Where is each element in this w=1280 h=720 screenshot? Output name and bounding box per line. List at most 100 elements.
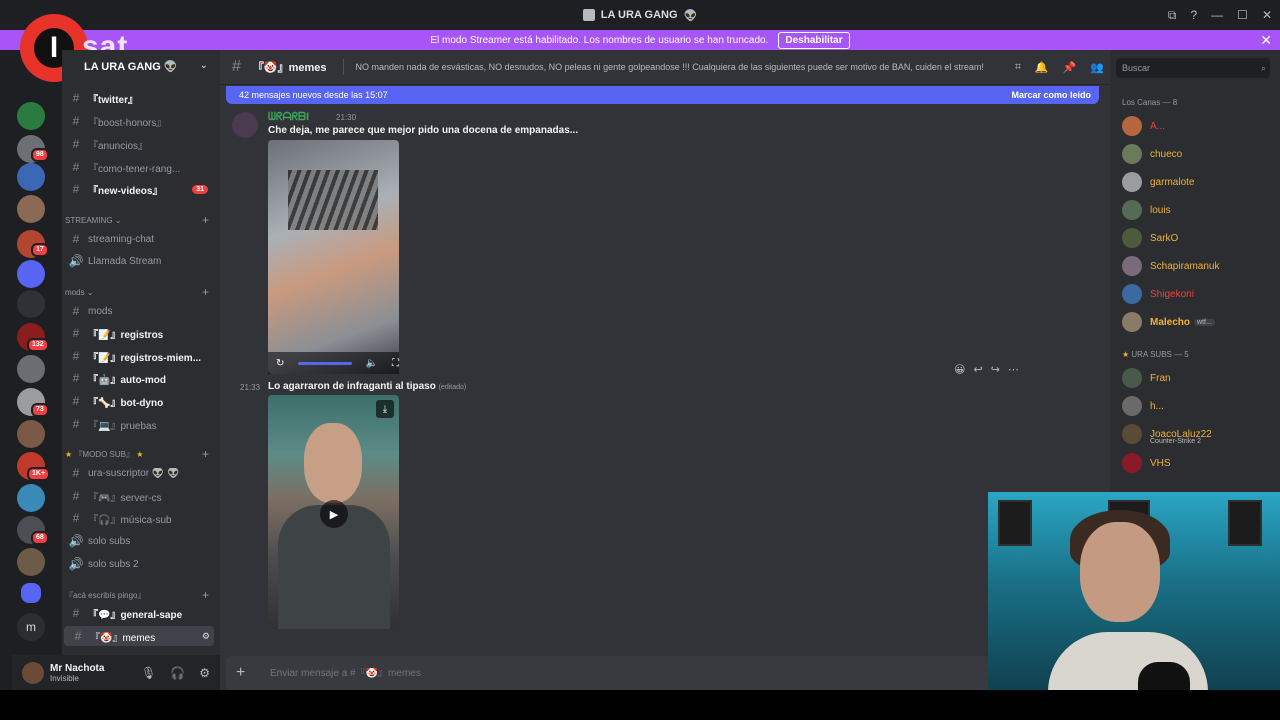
member-item[interactable]: A... (1122, 113, 1272, 139)
minimize-button[interactable]: — (1211, 8, 1223, 22)
volume-icon[interactable]: 🔈 (366, 358, 378, 369)
category-aca-escribis[interactable]: 『acá escribís pingo』 + (65, 588, 215, 602)
category-mods[interactable]: mods ⌄ + (65, 285, 215, 299)
video-attachment[interactable] (268, 140, 399, 374)
gear-icon[interactable]: ⚙ (199, 666, 210, 680)
server-icon[interactable] (17, 484, 45, 512)
message-input[interactable] (270, 667, 970, 679)
channel-general-sape[interactable]: ▸ # 『💬』general-sape (62, 603, 220, 623)
new-messages-bar[interactable]: 42 mensajes nuevos desde las 15:07 Marca… (226, 86, 1099, 104)
search-input[interactable]: Buscar ⌕ (1116, 58, 1270, 78)
channel-solo-subs-2[interactable]: 🔊 solo subs 2 (62, 554, 220, 574)
member-item[interactable]: louis (1122, 197, 1272, 223)
channel-registros-miembros[interactable]: ▸ # 『📝』registros-miem... (62, 346, 220, 366)
category-modo-sub[interactable]: ★ 『MODO SUB』 ★ + (65, 447, 215, 461)
channel-llamada-stream[interactable]: 🔊 Llamada Stream (62, 251, 220, 271)
channel-pruebas[interactable]: # 『💻』pruebas (62, 414, 220, 434)
server-icon[interactable] (17, 260, 45, 288)
message-author[interactable]: ᗯᖇᗩᖇᗷI (268, 111, 309, 124)
member-item[interactable]: Schapiramanuk (1122, 253, 1272, 279)
replay-icon[interactable]: ↻ (276, 358, 284, 369)
server-icon[interactable] (17, 420, 45, 448)
channel-new-videos[interactable]: ▸ # 『new-videos』 31 (62, 179, 220, 199)
channel-boost-honors[interactable]: # 『boost-honors』 (62, 111, 220, 131)
channel-ura-suscriptor[interactable]: # ura-suscriptor 👽 👽 (62, 463, 220, 483)
add-channel-icon[interactable]: + (202, 285, 209, 299)
avatar (1122, 228, 1142, 248)
fullscreen-icon[interactable]: ⛶ (392, 358, 399, 369)
channel-memes[interactable]: ▸ # 『🤡』memes ⚙ (64, 626, 214, 646)
channel-bot-dyno[interactable]: ▸ # 『🦴』bot-dyno (62, 391, 220, 411)
add-channel-icon[interactable]: + (202, 213, 209, 227)
caret-icon: ▸ (62, 185, 64, 193)
avatar[interactable] (22, 661, 44, 684)
folder-icon[interactable] (21, 583, 41, 603)
more-icon[interactable]: ⋯ (1008, 363, 1019, 376)
channel-solo-subs[interactable]: 🔊 solo subs (62, 531, 220, 551)
user-info[interactable]: Mr Nachota Invisible (44, 663, 104, 683)
help-icon[interactable]: ? (1190, 8, 1197, 22)
member-item[interactable]: Shigekoni (1122, 281, 1272, 307)
channel-anuncios[interactable]: # 『anuncios』 (62, 134, 220, 154)
disable-streamer-button[interactable]: Deshabilitar (778, 31, 850, 49)
add-channel-icon[interactable]: + (202, 588, 209, 602)
member-group-header: ★ URA SUBS — 5 (1122, 350, 1189, 359)
add-channel-icon[interactable]: + (202, 447, 209, 461)
member-item[interactable]: chueco (1122, 141, 1272, 167)
server-icon[interactable] (17, 355, 45, 383)
member-name: Fran (1150, 372, 1171, 384)
inbox-icon[interactable]: ⧉ (1168, 8, 1177, 23)
member-activity: Counter-Strike 2 (1150, 438, 1201, 445)
chevron-down-icon[interactable]: ⌄ (200, 60, 208, 71)
channel-settings-icon[interactable]: ⚙ (202, 631, 210, 642)
server-m-icon[interactable]: m (17, 613, 45, 641)
server-icon[interactable] (17, 290, 45, 318)
microphone-icon[interactable]: 🎙 (141, 666, 156, 680)
category-streaming[interactable]: STREAMING ⌄ + (65, 213, 215, 227)
channel-registros[interactable]: ▸ # 『📝』registros (62, 323, 220, 343)
channel-streaming-chat[interactable]: # streaming-chat (62, 229, 220, 249)
channel-topic[interactable]: NO manden nada de esvásticas, NO desnudo… (356, 62, 984, 72)
member-item[interactable]: JoacoLaluz22 Counter-Strike 2 (1122, 421, 1272, 447)
threads-icon[interactable]: ⌗ (1015, 61, 1021, 74)
member-item[interactable]: h... (1122, 393, 1272, 419)
pin-icon[interactable]: 📌 (1063, 61, 1077, 74)
channel-label: 『anuncios』 (88, 140, 149, 152)
headphones-icon[interactable]: 🎧 (170, 666, 185, 680)
channel-auto-mod[interactable]: ▸ # 『🤖』auto-mod (62, 368, 220, 388)
poster-image (998, 500, 1032, 546)
close-window-button[interactable]: ✕ (1262, 8, 1272, 22)
server-icon[interactable] (17, 195, 45, 223)
download-icon[interactable]: ⤓ (376, 400, 394, 418)
reply-icon[interactable]: ↩ (973, 363, 982, 376)
member-item[interactable]: Malecho wtf... (1122, 309, 1272, 335)
member-item[interactable]: garmalote (1122, 169, 1272, 195)
banner-close-icon[interactable]: ✕ (1260, 32, 1272, 49)
member-item[interactable]: VHS (1122, 450, 1272, 476)
forward-icon[interactable]: ↪ (991, 363, 1000, 376)
bell-icon[interactable]: 🔔 (1035, 61, 1049, 74)
video-progress-bar[interactable] (298, 361, 352, 365)
maximize-button[interactable]: ☐ (1237, 8, 1248, 22)
mark-as-read-button[interactable]: Marcar como leído (1011, 90, 1091, 100)
members-icon[interactable]: 👥 (1090, 61, 1104, 74)
channel-musica-sub[interactable]: # 『🎧』música-sub (62, 508, 220, 528)
channel-server-cs[interactable]: # 『🎮』server-cs (62, 486, 220, 506)
channel-como-tener-rango[interactable]: # 『como-tener-rang... (62, 157, 220, 177)
avatar[interactable] (232, 112, 258, 138)
member-item[interactable]: SarkO (1122, 225, 1272, 251)
member-item[interactable]: Fran (1122, 365, 1272, 391)
play-icon[interactable]: ▶ (320, 500, 348, 528)
hash-icon: # (72, 182, 80, 196)
server-name[interactable]: LA URA GANG 👽 (84, 60, 178, 73)
server-icon[interactable] (17, 163, 45, 191)
channel-mods[interactable]: # mods (62, 301, 220, 321)
add-attachment-icon[interactable]: + (236, 664, 250, 682)
channel-header: # 『🤡』memes NO manden nada de esvásticas,… (220, 50, 1110, 85)
channel-label: 『💬』general-sape (88, 609, 183, 621)
channel-twitter[interactable]: ▸ # 『twitter』 (62, 88, 220, 108)
reaction-icon[interactable]: 😀 (954, 363, 965, 376)
server-icon[interactable] (17, 102, 45, 130)
hash-icon: # (72, 232, 80, 246)
server-icon[interactable] (17, 548, 45, 576)
